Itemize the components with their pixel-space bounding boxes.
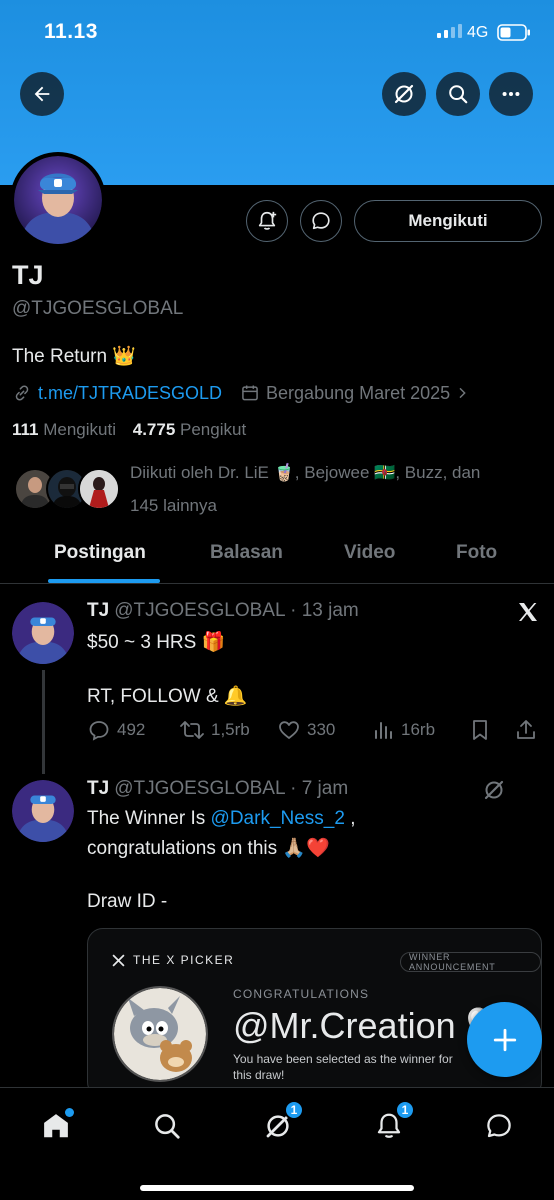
profile-handle: @TJGOESGLOBAL xyxy=(12,298,184,319)
nav-home[interactable] xyxy=(36,1106,76,1146)
message-button[interactable] xyxy=(300,200,342,242)
reply-button[interactable]: 492 xyxy=(87,718,145,742)
grok-button[interactable] xyxy=(382,72,426,116)
post-header: TJ @TJGOESGLOBAL · 7 jam xyxy=(87,778,348,800)
compose-button[interactable] xyxy=(467,1002,542,1077)
thread-connector xyxy=(42,670,45,774)
follower-avatar[interactable] xyxy=(78,468,120,510)
profile-link[interactable]: t.me/TJTRADESGOLD xyxy=(38,383,222,404)
profile-stats: 111 Mengikuti 4.775 Pengikut xyxy=(12,420,246,440)
post-handle[interactable]: @TJGOESGLOBAL xyxy=(114,778,285,799)
search-icon xyxy=(449,85,468,104)
grok-icon[interactable] xyxy=(482,778,506,802)
post-author[interactable]: TJ xyxy=(87,600,109,621)
nav-explore[interactable] xyxy=(147,1106,187,1146)
like-icon xyxy=(279,721,299,739)
calendar-icon xyxy=(242,385,258,401)
card-brand: THE X PICKER xyxy=(112,953,234,967)
explore-icon xyxy=(155,1114,180,1139)
message-icon xyxy=(312,212,330,230)
back-arrow-icon xyxy=(34,86,50,102)
status-bar: 11.13 4G xyxy=(0,0,554,60)
post-media-card[interactable]: THE X PICKER WINNER ANNOUNCEMENT CONGRAT… xyxy=(87,928,542,1098)
nav-spaces[interactable]: 1 xyxy=(258,1100,304,1146)
repost-icon xyxy=(180,721,204,739)
more-button[interactable] xyxy=(489,72,533,116)
profile-name: TJ xyxy=(12,260,44,290)
profile-joined[interactable]: Bergabung Maret 2025 xyxy=(266,383,450,404)
winner-avatar xyxy=(112,986,208,1082)
bookmark-button[interactable] xyxy=(469,718,497,742)
home-indicator xyxy=(140,1185,414,1191)
profile-avatar[interactable] xyxy=(10,152,106,248)
share-icon xyxy=(517,720,535,739)
followed-by-text[interactable]: Diikuti oleh Dr. LiE 🧋, Bejowee 🇩🇲, Buzz… xyxy=(130,456,540,522)
compose-icon xyxy=(493,1028,516,1051)
back-button[interactable] xyxy=(20,72,64,116)
post-actions: 492 1,5rb 330 16rb xyxy=(87,718,542,748)
following-stat[interactable]: 111 Mengikuti xyxy=(12,420,116,439)
post-time: · 7 jam xyxy=(290,778,349,799)
chevron-right-icon[interactable] xyxy=(454,385,470,401)
post-text-line: RT, FOLLOW & 🔔 xyxy=(87,686,248,707)
search-button[interactable] xyxy=(436,72,480,116)
signal-icon xyxy=(437,24,462,38)
tab-postingan[interactable]: Postingan xyxy=(54,542,146,564)
status-time: 11.13 xyxy=(44,20,98,43)
post-handle[interactable]: @TJGOESGLOBAL xyxy=(114,600,285,621)
card-congrats: CONGRATULATIONS xyxy=(233,987,370,1001)
profile-meta: t.me/TJTRADESGOLD Bergabung Maret 2025 xyxy=(12,380,470,406)
battery-icon xyxy=(497,24,530,41)
post-text-line: congratulations on this 🙏🏼❤️ xyxy=(87,838,330,859)
x-logo-icon xyxy=(519,603,537,621)
home-unread-dot xyxy=(65,1108,74,1117)
mention-link[interactable]: @Dark_Ness_2 xyxy=(211,808,345,829)
notify-button[interactable] xyxy=(246,200,288,242)
tab-foto[interactable]: Foto xyxy=(456,542,497,564)
post-header: TJ @TJGOESGLOBAL · 13 jam xyxy=(87,600,359,622)
post-text-line: $50 ~ 3 HRS 🎁 xyxy=(87,632,226,653)
post-avatar[interactable] xyxy=(12,780,74,842)
grok-icon xyxy=(394,84,414,104)
avatar-illustration xyxy=(14,156,102,244)
network-type: 4G xyxy=(467,24,489,41)
following-button[interactable]: Mengikuti xyxy=(354,200,542,242)
bookmark-icon xyxy=(473,720,487,740)
tab-balasan[interactable]: Balasan xyxy=(210,542,283,564)
tab-video[interactable]: Video xyxy=(344,542,395,564)
repost-button[interactable]: 1,5rb xyxy=(179,718,250,742)
card-subtitle: You have been selected as the winner for… xyxy=(233,1052,453,1082)
link-icon xyxy=(15,385,29,401)
like-button[interactable]: 330 xyxy=(277,718,335,742)
followers-stat[interactable]: 4.775 Pengikut xyxy=(133,420,246,439)
active-tab-indicator xyxy=(48,579,160,583)
post-text-line: The Winner Is @Dark_Ness_2 , xyxy=(87,808,356,829)
post-author[interactable]: TJ xyxy=(87,778,109,799)
nav-messages[interactable] xyxy=(479,1106,519,1146)
views-icon xyxy=(375,722,392,739)
share-button[interactable] xyxy=(514,718,544,742)
views-button[interactable]: 16rb xyxy=(373,718,435,742)
card-badge: WINNER ANNOUNCEMENT xyxy=(400,952,541,972)
reply-icon xyxy=(89,721,109,741)
spaces-badge: 1 xyxy=(284,1100,304,1120)
close-icon xyxy=(112,953,125,967)
bell-plus-icon xyxy=(258,211,277,230)
profile-bio: The Return 👑 xyxy=(12,346,136,367)
messages-icon xyxy=(487,1114,511,1138)
post-avatar[interactable] xyxy=(12,602,74,664)
nav-notifications[interactable]: 1 xyxy=(369,1100,415,1146)
notifications-badge: 1 xyxy=(395,1100,415,1120)
post-text-line: Draw ID - xyxy=(87,891,168,912)
post-time: · 13 jam xyxy=(290,600,359,621)
profile-tabs: Postingan Balasan Video Foto xyxy=(0,528,554,584)
more-icon xyxy=(502,91,520,97)
bottom-nav: 1 1 xyxy=(0,1087,554,1200)
